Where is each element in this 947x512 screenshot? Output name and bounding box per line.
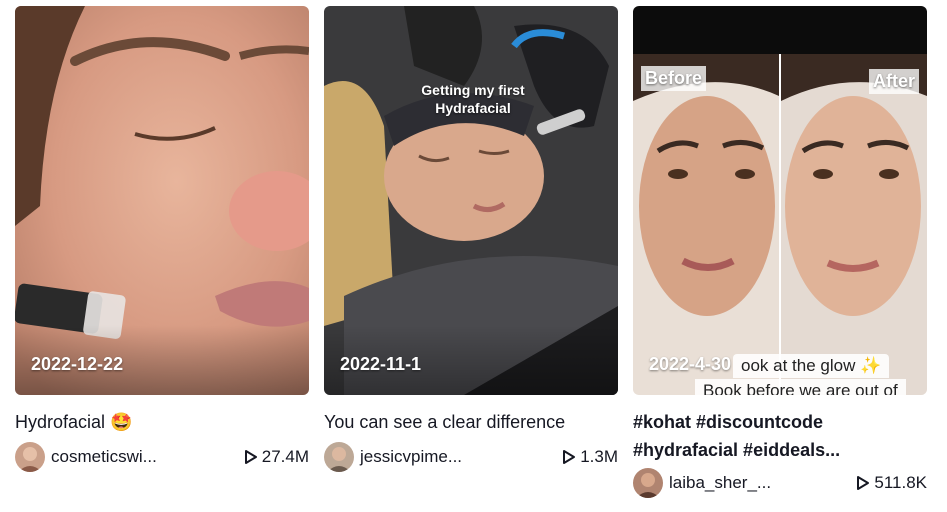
video-thumbnail-1[interactable]: 2022-12-22 [15, 6, 309, 395]
video-caption[interactable]: Hydrofacial 🤩 [15, 408, 309, 436]
view-count: 27.4M [244, 447, 309, 467]
video-thumbnail-3[interactable]: Before After ook at the glow ✨ Book befo… [633, 6, 927, 395]
overlay-banner-line1: ook at the glow ✨ [733, 354, 890, 378]
video-caption-line1[interactable]: #kohat #discountcode [633, 408, 927, 436]
avatar[interactable] [633, 468, 663, 498]
video-caption-line2[interactable]: #hydrafacial #eiddeals... [633, 436, 927, 464]
after-label: After [868, 69, 919, 94]
username-link[interactable]: laiba_sher_... [669, 473, 771, 493]
video-date: 2022-4-30 [649, 354, 732, 374]
view-count: 511.8K [856, 473, 927, 493]
play-icon [857, 476, 870, 490]
view-count: 1.3M [562, 447, 618, 467]
star-eyes-emoji-icon: 🤩 [110, 412, 133, 432]
video-thumbnail-2[interactable]: Getting my first Hydrafacial 2022-11-1 [324, 6, 618, 395]
thumbnail-image [633, 6, 927, 395]
username-link[interactable]: jessicvpime... [360, 447, 462, 467]
video-date: 2022-12-22 [31, 354, 124, 374]
video-card-2[interactable]: Getting my first Hydrafacial 2022-11-1 Y… [324, 6, 618, 474]
avatar[interactable] [324, 442, 354, 472]
username-link[interactable]: cosmeticswi... [51, 447, 157, 467]
play-icon [244, 450, 257, 464]
avatar[interactable] [15, 442, 45, 472]
video-card-1[interactable]: 2022-12-22 Hydrofacial 🤩 cosmeticswi... … [15, 6, 309, 474]
before-label: Before [641, 66, 707, 91]
video-date: 2022-11-1 [340, 354, 422, 374]
overlay-banner-line2: Book before we are out of [695, 379, 906, 395]
play-icon [563, 450, 576, 464]
video-overlay-text: Getting my first Hydrafacial [421, 82, 525, 116]
video-caption[interactable]: You can see a clear difference [324, 408, 618, 436]
video-card-3[interactable]: Before After ook at the glow ✨ Book befo… [633, 6, 927, 500]
